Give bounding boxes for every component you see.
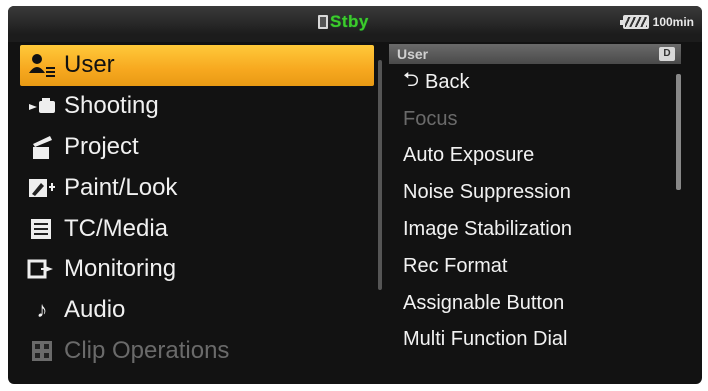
menu-item-audio[interactable]: ♪ Audio bbox=[20, 290, 374, 331]
menu-item-label: Clip Operations bbox=[64, 336, 230, 364]
user-icon bbox=[26, 52, 58, 78]
menu-item-label: Shooting bbox=[64, 92, 159, 120]
menu-item-shooting[interactable]: Shooting bbox=[20, 86, 374, 127]
viewfinder-frame: Stby 100min User Shooting Project Paint/… bbox=[0, 0, 708, 391]
menu-item-clip-operations[interactable]: Clip Operations bbox=[20, 331, 374, 372]
clapperboard-icon bbox=[26, 134, 58, 160]
menu-item-project[interactable]: Project bbox=[20, 127, 374, 168]
status-bar: Stby 100min bbox=[8, 6, 702, 42]
monitor-output-icon bbox=[26, 256, 58, 282]
sub-item-label: Auto Exposure bbox=[403, 144, 535, 167]
back-arrow-icon: ⮌ bbox=[403, 69, 420, 92]
sub-item-multi-function-dial[interactable]: Multi Function Dial bbox=[389, 322, 681, 359]
menu-item-user[interactable]: User bbox=[20, 45, 374, 86]
menu-item-label: TC/Media bbox=[64, 214, 169, 242]
sub-item-focus[interactable]: Focus bbox=[389, 101, 681, 138]
menu-item-monitoring[interactable]: Monitoring bbox=[20, 249, 374, 290]
menu-item-label: Audio bbox=[64, 296, 126, 324]
page-badge: D bbox=[659, 47, 675, 61]
sub-item-auto-exposure[interactable]: Auto Exposure bbox=[389, 138, 681, 175]
sub-menu-header: User D bbox=[389, 44, 681, 64]
music-note-icon: ♪ bbox=[36, 297, 48, 323]
main-menu: User Shooting Project Paint/Look TC/Medi… bbox=[20, 45, 374, 367]
battery-status: 100min bbox=[619, 12, 694, 32]
main-menu-scrollbar[interactable] bbox=[378, 60, 382, 290]
menu-item-label: Paint/Look bbox=[64, 173, 178, 201]
sub-item-assignable-button[interactable]: Assignable Button bbox=[389, 285, 681, 322]
sub-item-image-stabilization[interactable]: Image Stabilization bbox=[389, 211, 681, 248]
sub-item-noise-suppression[interactable]: Noise Suppression bbox=[389, 174, 681, 211]
recording-status: Stby bbox=[318, 11, 369, 33]
sub-menu-title: User bbox=[397, 46, 429, 62]
back-button[interactable]: ⮌ Back bbox=[389, 64, 681, 101]
menu-item-label: User bbox=[64, 51, 115, 79]
sub-item-label: Image Stabilization bbox=[403, 218, 572, 241]
sub-item-label: Noise Suppression bbox=[403, 181, 571, 204]
media-icon bbox=[26, 216, 58, 242]
sub-item-label: Assignable Button bbox=[403, 291, 565, 314]
menu-item-paint-look[interactable]: Paint/Look bbox=[20, 167, 374, 208]
menu-item-tc-media[interactable]: TC/Media bbox=[20, 208, 374, 249]
camera-icon bbox=[26, 93, 58, 119]
sub-menu: User D ⮌ Back Focus Auto Exposure Noise … bbox=[389, 44, 681, 370]
sub-item-label: Back bbox=[425, 70, 470, 93]
clip-grid-icon bbox=[26, 338, 58, 364]
media-card-icon bbox=[318, 15, 328, 29]
paint-icon bbox=[26, 175, 58, 201]
menu-item-label: Project bbox=[64, 132, 139, 160]
sub-item-label: Multi Function Dial bbox=[403, 328, 568, 351]
menu-item-label: Monitoring bbox=[64, 255, 177, 283]
standby-status-text: Stby bbox=[330, 12, 369, 31]
battery-remaining-text: 100min bbox=[652, 15, 694, 29]
sub-item-rec-format[interactable]: Rec Format bbox=[389, 248, 681, 285]
battery-icon bbox=[619, 15, 649, 29]
sub-item-label: Rec Format bbox=[403, 254, 508, 277]
sub-item-label: Focus bbox=[403, 107, 458, 130]
sub-menu-scrollbar[interactable] bbox=[676, 74, 681, 190]
